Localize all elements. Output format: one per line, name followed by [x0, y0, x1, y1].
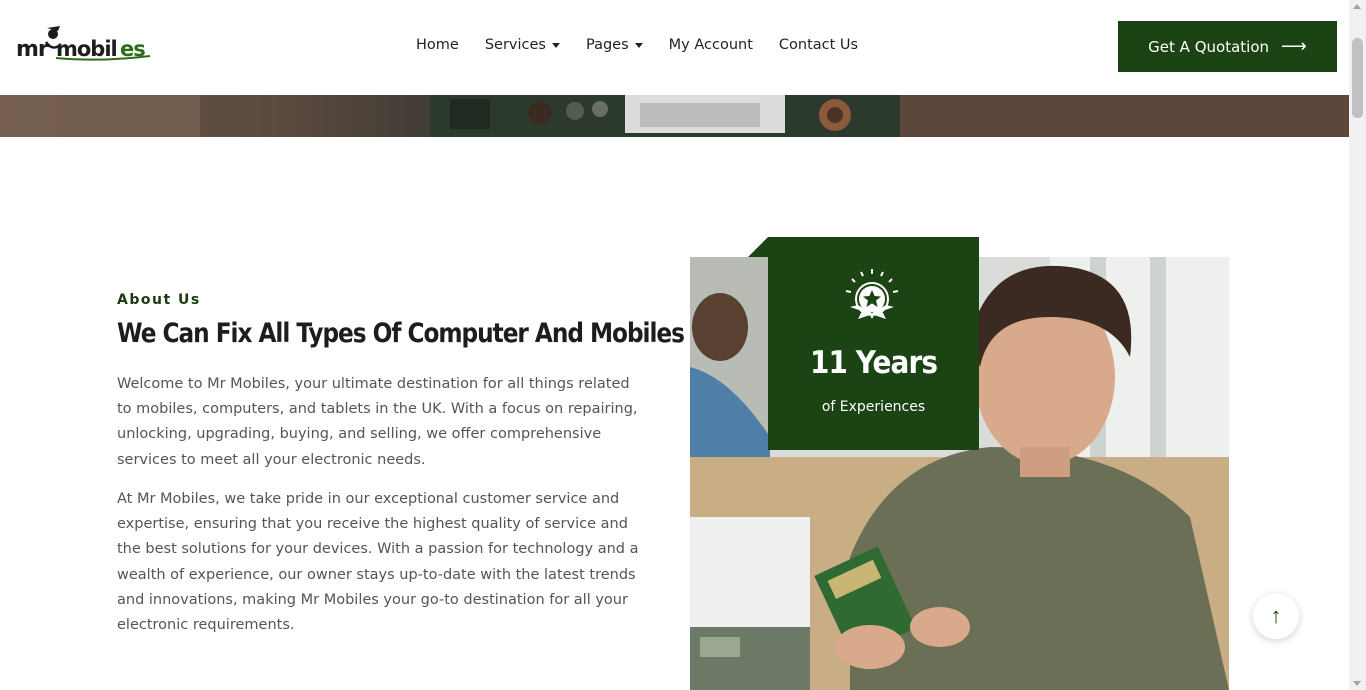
main-nav: Home Services Pages My Account Contact U…	[416, 37, 884, 53]
nav-services[interactable]: Services	[485, 37, 560, 53]
get-quotation-button[interactable]: Get A Quotation ⟶	[1118, 21, 1337, 72]
about-paragraph-1: Welcome to Mr Mobiles, your ultimate des…	[117, 376, 638, 468]
nav-my-account-label: My Account	[668, 37, 753, 53]
page-scrollbar[interactable]	[1349, 0, 1366, 690]
section-label: About Us	[117, 292, 201, 308]
caret-down-icon	[634, 42, 643, 48]
badge-subtitle: of Experiences	[821, 399, 926, 415]
nav-home[interactable]: Home	[416, 37, 459, 53]
award-star-icon	[845, 269, 899, 319]
nav-my-account[interactable]: My Account	[669, 37, 753, 53]
about-paragraph-2: At Mr Mobiles, we take pride in our exce…	[117, 491, 639, 634]
nav-contact-us-label: Contact Us	[778, 37, 859, 53]
mr-mobiles-logo[interactable]: mr mobil es	[16, 22, 152, 62]
circuit-board-image	[0, 95, 1349, 137]
nav-home-label: Home	[416, 37, 459, 53]
svg-text:mobil: mobil	[56, 37, 117, 61]
experience-badge: 11 Years of Experiences	[768, 237, 979, 450]
nav-services-label: Services	[484, 37, 546, 53]
caret-down-icon	[551, 42, 560, 48]
nav-contact-us[interactable]: Contact Us	[779, 37, 858, 53]
scroll-down-icon[interactable]	[1353, 681, 1361, 686]
arrow-up-icon: ↑	[1270, 603, 1282, 628]
badge-years: 11 Years	[809, 345, 938, 381]
badge-fold	[748, 237, 768, 257]
site-header: mr mobil es Home Services Pages My Accou…	[0, 0, 1349, 95]
scrollbar-thumb[interactable]	[1352, 38, 1363, 118]
nav-pages-label: Pages	[585, 37, 629, 53]
section-title: We Can Fix All Types Of Computer And Mob…	[117, 318, 685, 349]
hero-image-strip	[0, 95, 1349, 137]
get-quotation-label: Get A Quotation	[1148, 37, 1269, 56]
scroll-to-top-button[interactable]: ↑	[1253, 593, 1299, 639]
scroll-up-icon[interactable]	[1353, 4, 1361, 9]
arrow-right-icon: ⟶	[1281, 36, 1307, 57]
nav-pages[interactable]: Pages	[586, 37, 643, 53]
svg-text:mr: mr	[16, 37, 49, 62]
